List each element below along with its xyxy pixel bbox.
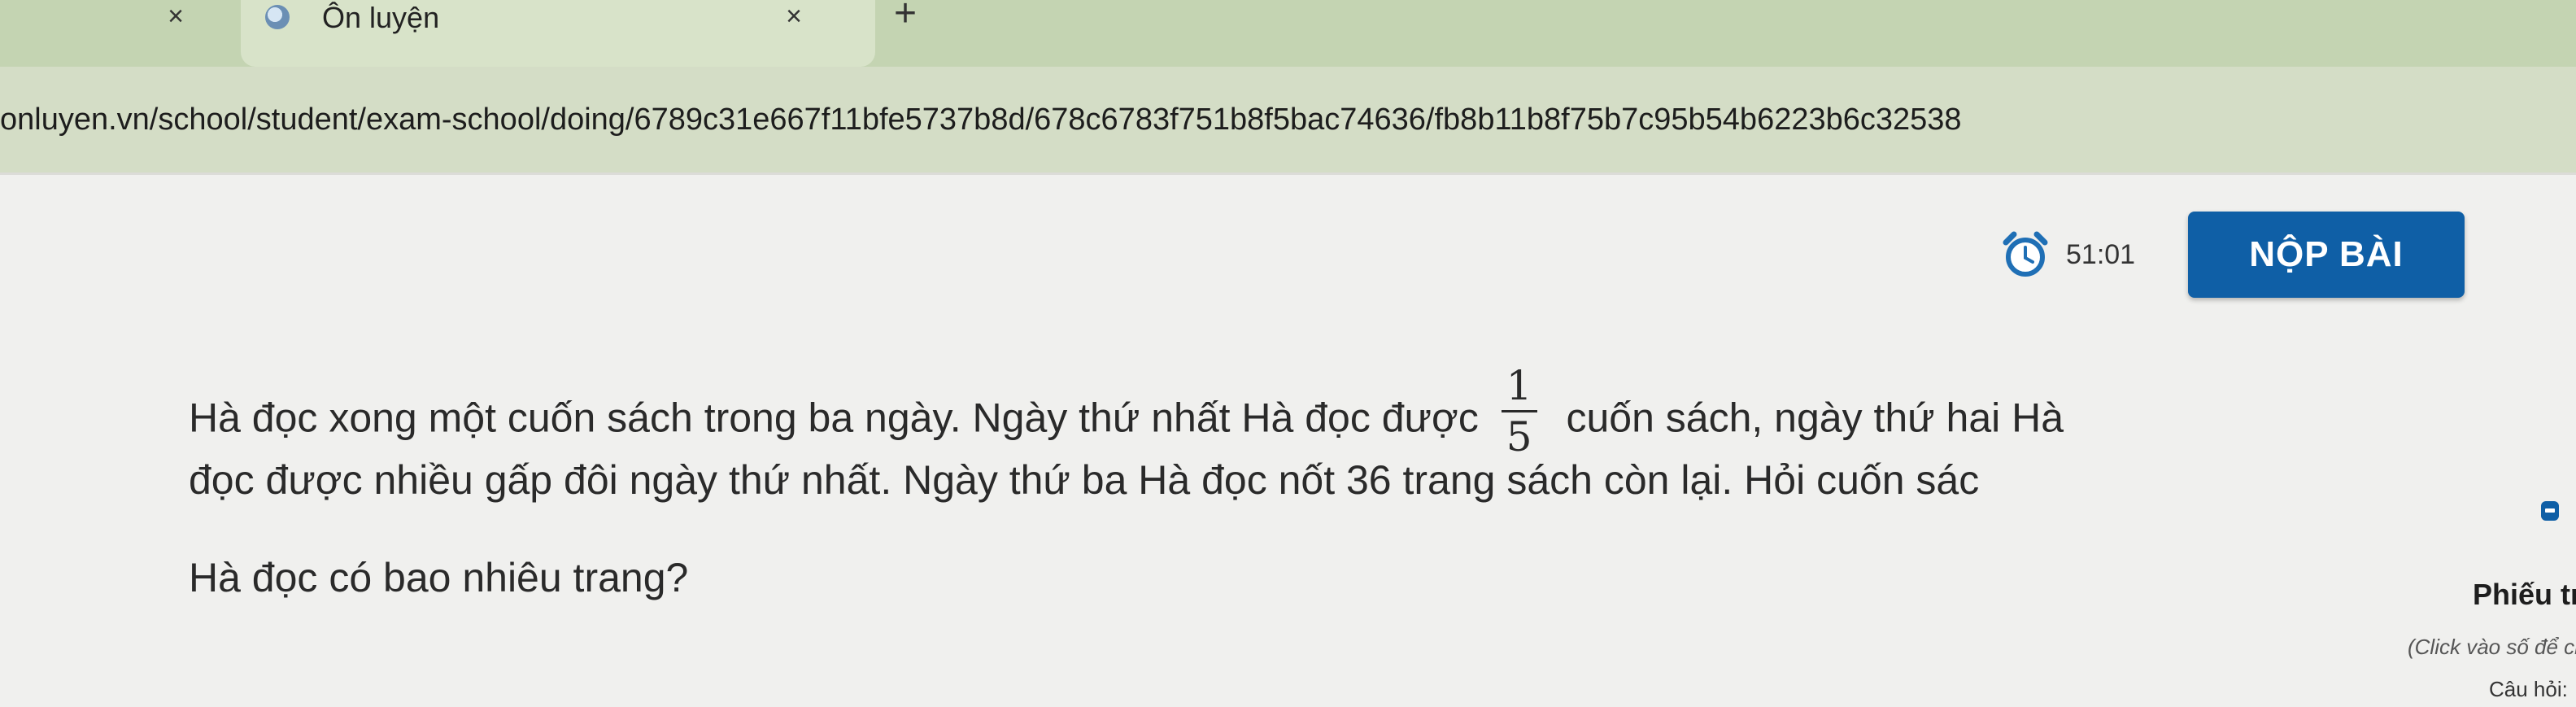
fraction-bar xyxy=(1501,410,1537,412)
question-line-1-start: Hà đọc xong một cuốn sách trong ba ngày.… xyxy=(189,395,1479,441)
url-text[interactable]: onluyen.vn/school/student/exam-school/do… xyxy=(0,99,1962,140)
timer-value: 51:01 xyxy=(2066,239,2136,270)
tab-title: Ôn luyện xyxy=(322,1,440,34)
onluyen-favicon-icon xyxy=(265,5,290,29)
browser-tab-onluyen[interactable]: Ôn luyện × xyxy=(241,0,875,67)
close-tab-icon[interactable]: × xyxy=(778,0,810,33)
question-line-1-end: cuốn sách, ngày thứ hai Hà xyxy=(1566,395,2064,441)
address-bar[interactable]: onluyen.vn/school/student/exam-school/do… xyxy=(0,67,2576,172)
alarm-clock-icon xyxy=(2003,231,2048,277)
browser-tab-strip: × Ôn luyện × + xyxy=(0,0,2576,67)
question-line-3: Hà đọc có bao nhiêu trang? xyxy=(189,555,689,600)
answer-sheet-title: Phiếu tr xyxy=(2473,578,2576,611)
fraction-numerator: 1 xyxy=(1506,362,1532,409)
fraction: 1 5 xyxy=(1501,362,1537,460)
question-line-2: đọc được nhiều gấp đôi ngày thứ nhất. Ng… xyxy=(189,457,1980,503)
side-panel-toggle-icon[interactable] xyxy=(2541,501,2559,521)
close-previous-tab-icon[interactable]: × xyxy=(159,0,192,33)
submit-exam-button[interactable]: NỘP BÀI xyxy=(2188,212,2465,298)
fraction-denominator: 5 xyxy=(1506,413,1532,460)
new-tab-button[interactable]: + xyxy=(887,0,924,33)
answer-sheet-hint: (Click vào số để chuy xyxy=(2408,635,2576,659)
question-label: Câu hỏi: xyxy=(2489,677,2568,701)
